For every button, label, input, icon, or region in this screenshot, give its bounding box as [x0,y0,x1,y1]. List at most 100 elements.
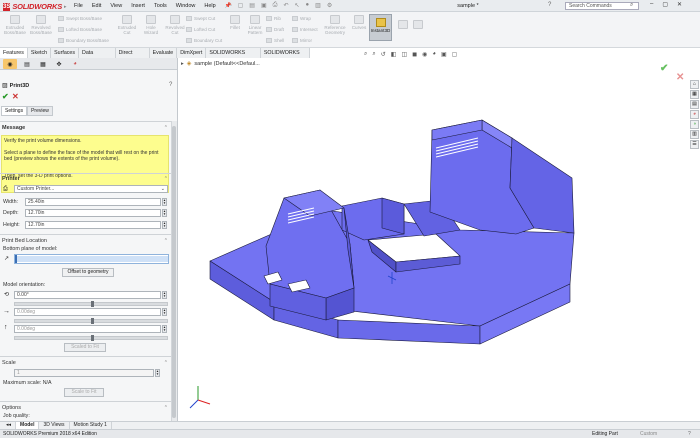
extruded-boss-button[interactable]: Extruded Boss/Base [4,15,26,35]
undo-icon[interactable]: ↶ [283,2,288,9]
smart-dimension-button[interactable] [396,20,410,30]
rotation-x-input[interactable]: 0.00° [14,291,161,299]
scrollbar-thumb[interactable] [172,126,176,418]
section-view-icon[interactable]: ◧ [391,51,397,58]
tab-sketch[interactable]: Sketch [27,48,52,58]
menu-tools[interactable]: Tools [153,2,168,11]
solidworks-logo[interactable]: 3S SOLIDWORKS ▸ [3,2,67,11]
rotation-x-spinner[interactable]: ▴ ▾ [162,291,167,299]
display-style-icon[interactable]: ◼ [412,51,417,58]
scene-icon[interactable]: ▣ [441,51,447,58]
width-spinner[interactable]: ▴ ▾ [162,198,167,206]
rebuild-icon[interactable]: ● [306,2,310,9]
select-icon[interactable]: ↖ [294,2,299,9]
scale-to-fit-button[interactable]: Scale to Fit [64,388,104,397]
height-spinner[interactable]: ▴ ▾ [162,221,167,229]
collapse-icon[interactable]: ⌃ [164,176,168,182]
rotation-z-spinner[interactable]: ▴ ▾ [162,325,167,333]
scale-button[interactable] [411,20,425,30]
boundary-cut-button[interactable]: Boundary Cut [186,38,222,43]
rib-button[interactable]: Rib [266,16,281,21]
rotation-z-input[interactable]: 0.00deg [14,325,161,333]
logo-arrow-icon[interactable]: ▸ [64,4,67,10]
file-properties-icon[interactable]: ▥ [315,2,321,9]
tab-direct-editing[interactable]: Direct Editing [115,48,150,64]
ok-check-icon[interactable]: ✔ [2,92,9,101]
shell-button[interactable]: Shell [266,38,284,43]
fillet-button[interactable]: Fillet [226,15,244,30]
reference-geometry-button[interactable]: Reference Geometry [322,15,348,35]
subtab-settings[interactable]: Settings [1,106,28,116]
scale-input[interactable]: 1 [14,369,154,377]
slider-knob[interactable] [91,301,94,307]
help-icon[interactable]: ? [548,2,551,8]
menu-window[interactable]: Window [175,2,197,11]
slider-knob[interactable] [91,318,94,324]
draft-button[interactable]: Draft [266,27,284,32]
lofted-boss-button[interactable]: Lofted Boss/Base [58,27,102,32]
cancel-x-icon[interactable]: ✕ [12,92,19,101]
property-manager-tab-icon[interactable]: ▤ [20,59,34,69]
hole-wizard-button[interactable]: Hole Wizard [140,15,162,35]
scaled-to-fit-button[interactable]: Scaled to Fit [64,343,106,352]
3d-model-view[interactable] [178,58,700,421]
revolved-cut-button[interactable]: Revolved Cut [164,15,186,35]
curves-button[interactable]: Curves [350,15,368,30]
menu-view[interactable]: View [109,2,123,11]
rotation-y-slider[interactable] [14,318,168,324]
intersect-button[interactable]: Intersect [292,27,318,32]
hide-show-icon[interactable]: ◉ [422,51,427,58]
tab-data-migration[interactable]: Data Migration [79,48,116,64]
menu-insert[interactable]: Insert [130,2,146,11]
extruded-cut-button[interactable]: Extruded Cut [116,15,138,35]
help-icon[interactable]: ? [688,430,691,438]
lofted-cut-button[interactable]: Lofted Cut [186,27,215,32]
collapse-icon[interactable]: ⌃ [164,125,168,131]
open-icon[interactable]: ▤ [249,2,255,9]
zoom-area-icon[interactable]: ⌕ [372,51,375,58]
save-icon[interactable]: ▣ [261,2,267,9]
rotation-z-slider[interactable] [14,335,168,341]
collapse-icon[interactable]: ⌃ [164,360,168,366]
slider-knob[interactable] [91,335,94,341]
offset-to-geometry-button[interactable]: Offset to geometry [62,268,114,277]
close-icon[interactable]: ✕ [677,1,682,8]
printer-select[interactable]: Custom Printer... ⌄ [14,185,168,193]
swept-cut-button[interactable]: Swept Cut [186,16,215,21]
tab-dimxpert[interactable]: DimXpert [177,48,207,58]
new-icon[interactable]: ▢ [238,2,244,9]
rotation-y-spinner[interactable]: ▴ ▾ [162,308,167,316]
tab-mbd[interactable]: SOLIDWORKS MBD [260,48,310,64]
menu-edit[interactable]: Edit [91,2,102,11]
maximize-icon[interactable]: ▢ [662,1,668,8]
print-icon[interactable]: ⎙ [273,2,278,9]
bottom-plane-input[interactable] [14,254,169,264]
units-selector[interactable]: Custom [640,430,657,438]
rotation-y-input[interactable]: 0.00deg [14,308,161,316]
dimxpert-manager-tab-icon[interactable]: ✥ [52,59,66,69]
previous-view-icon[interactable]: ↺ [381,51,386,58]
rotation-x-slider[interactable] [14,301,168,307]
tab-3d-views[interactable]: 3D Views [39,422,70,429]
instant3d-button[interactable]: Instant3D [369,14,392,41]
zoom-to-fit-icon[interactable]: ⌕ [364,51,367,58]
menu-help[interactable]: Help [203,2,216,11]
tab-surfaces[interactable]: Surfaces [51,48,80,58]
tab-model[interactable]: Model [16,422,40,429]
feature-manager-tab-icon[interactable]: ◉ [3,59,17,69]
panel-help-icon[interactable]: ? [169,82,172,88]
collapse-icon[interactable]: ⌃ [164,238,168,244]
depth-spinner[interactable]: ▴ ▾ [162,209,167,217]
tab-motion-study[interactable]: Motion Study 1 [70,422,112,429]
options-icon[interactable]: ⚙ [327,2,332,9]
height-input[interactable]: 12.70in [25,221,161,229]
tab-features[interactable]: Features [0,48,28,58]
mirror-button[interactable]: Mirror [292,38,312,43]
minimize-icon[interactable]: – [650,1,653,8]
collapse-icon[interactable]: ⌃ [164,405,168,411]
home-icon[interactable]: ⌂ [228,2,232,9]
linear-pattern-button[interactable]: Linear Pattern [245,15,265,35]
view-settings-icon[interactable]: ▢ [452,51,458,58]
menu-file[interactable]: File [73,2,84,11]
wrap-button[interactable]: Wrap [292,16,311,21]
